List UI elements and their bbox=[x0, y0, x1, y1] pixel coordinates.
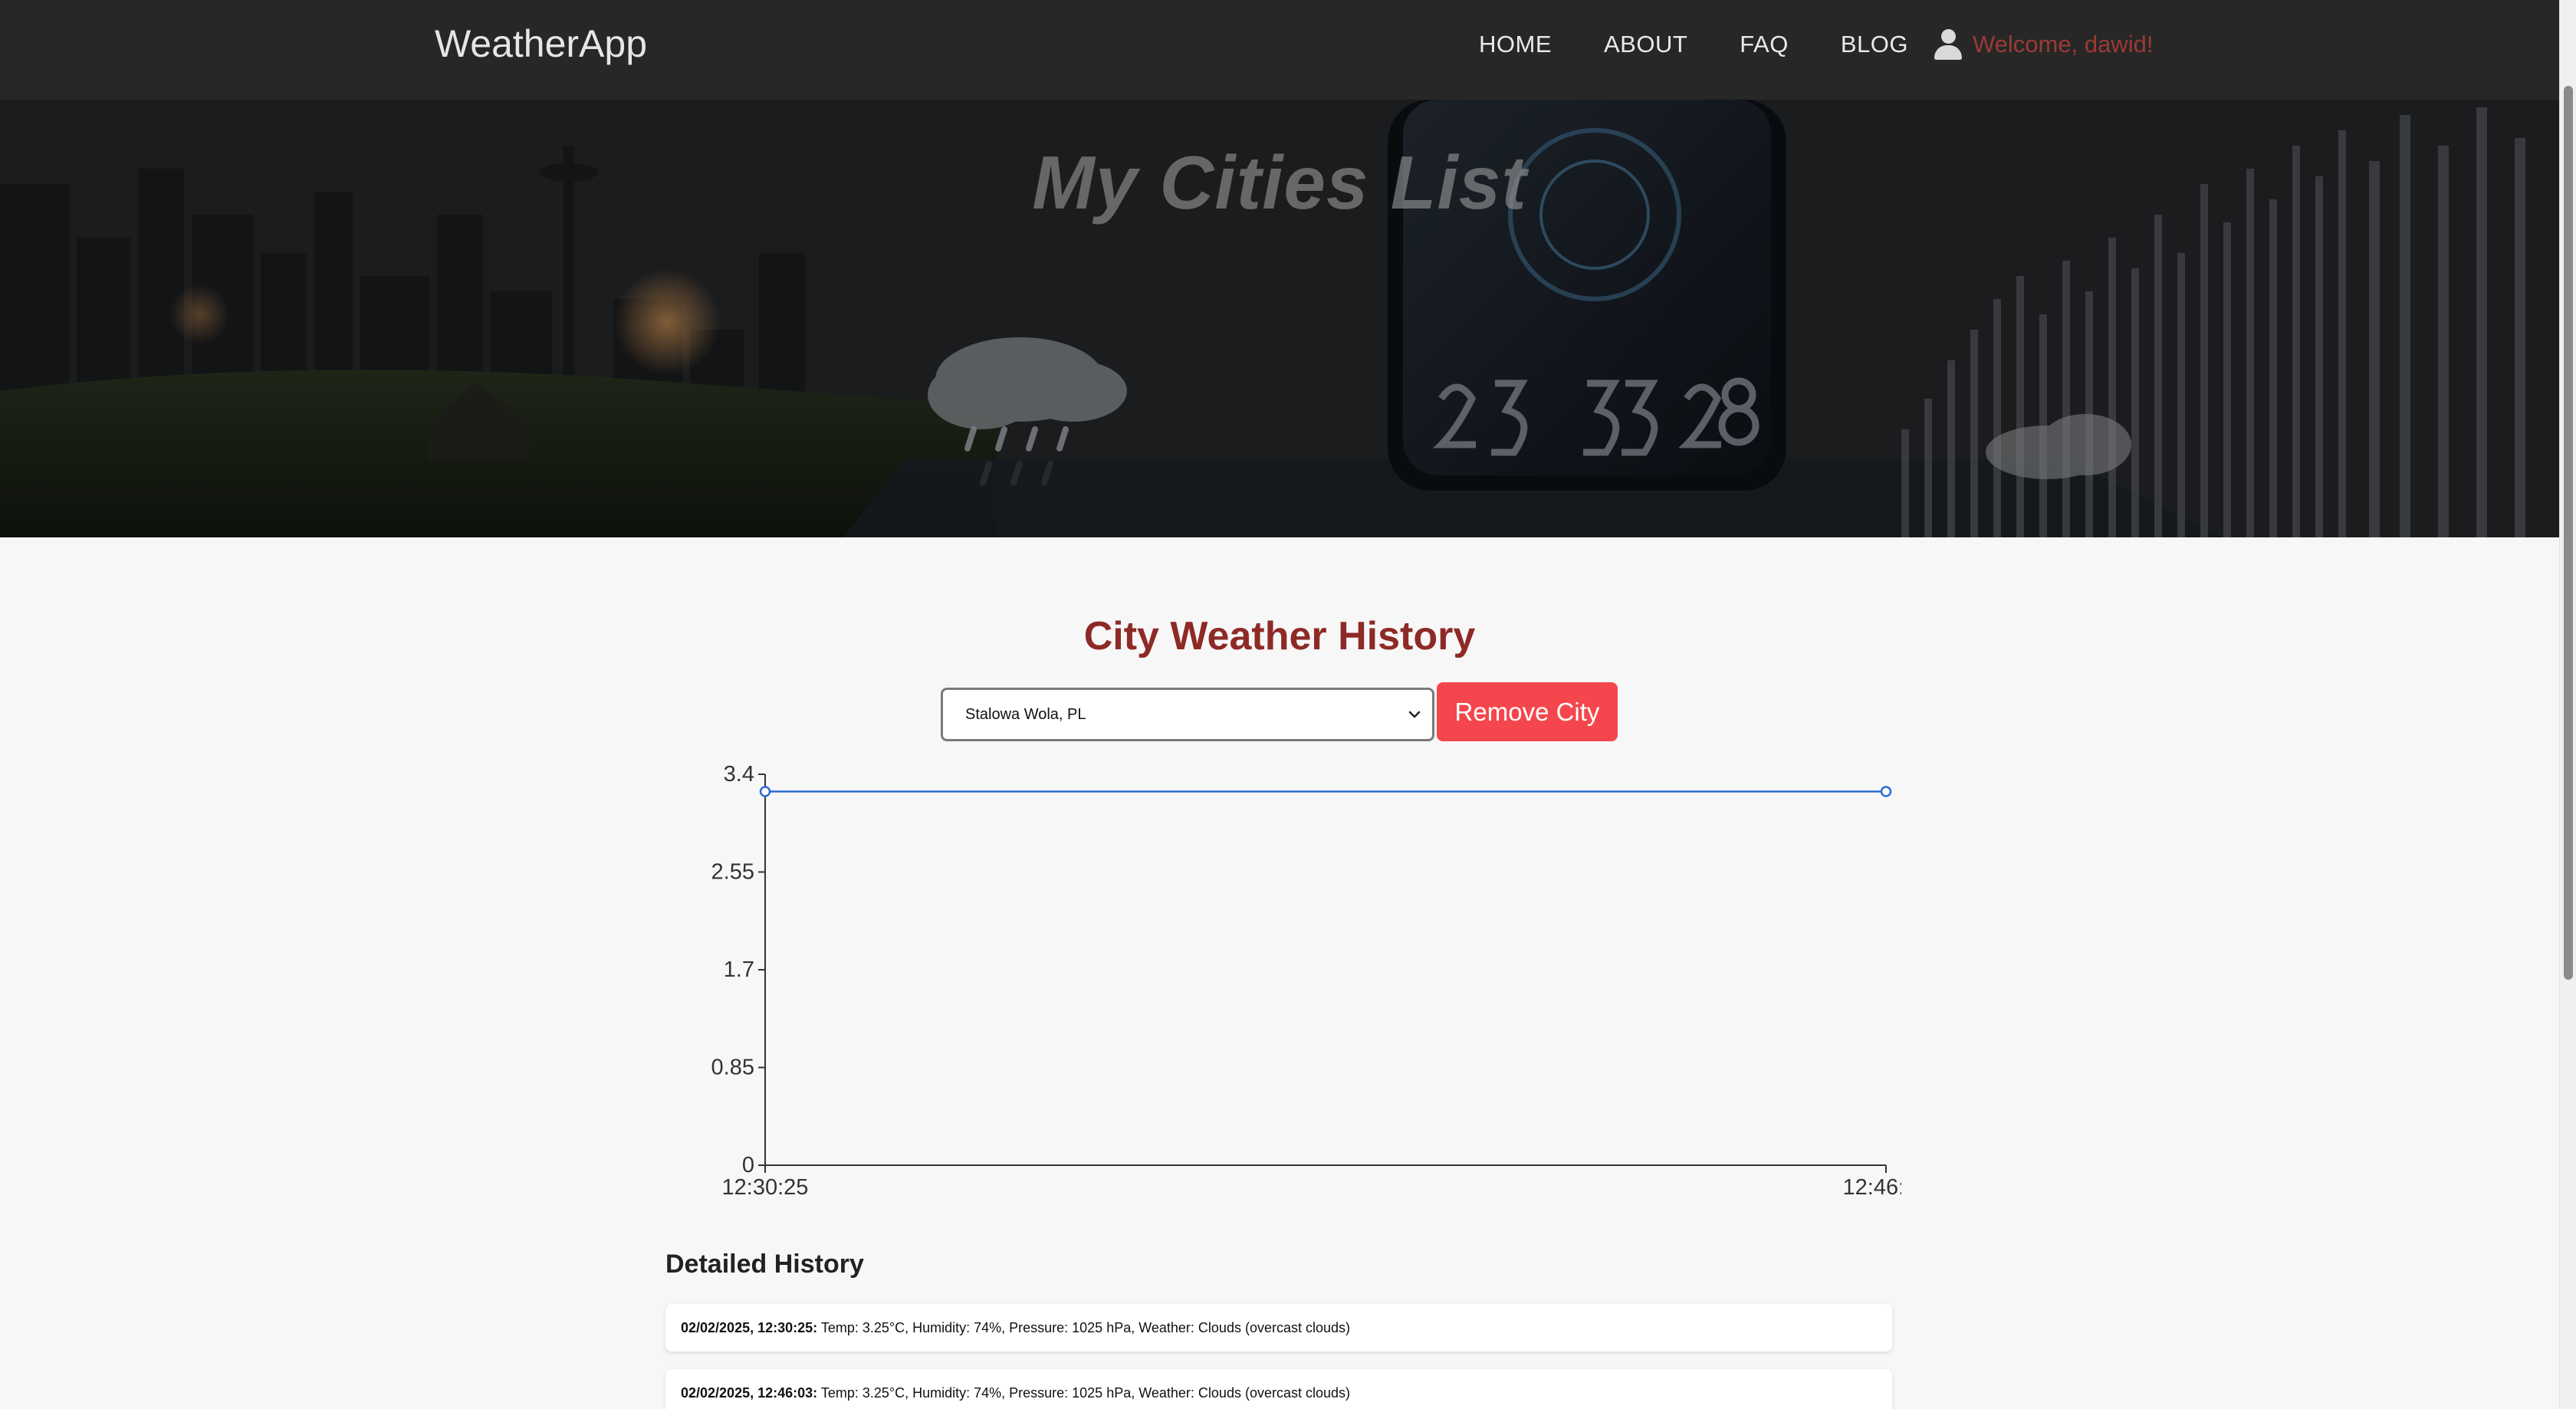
history-row: 02/02/2025, 12:46:03: Temp: 3.25°C, Humi… bbox=[665, 1369, 1892, 1409]
navbar: WeatherApp HOME ABOUT FAQ BLOG Welcome, … bbox=[0, 0, 2559, 100]
chevron-down-icon bbox=[1408, 711, 1421, 718]
nav-faq[interactable]: FAQ bbox=[1740, 31, 1789, 58]
data-point bbox=[1880, 786, 1892, 797]
brand-logo[interactable]: WeatherApp bbox=[435, 21, 647, 66]
remove-city-button[interactable]: Remove City bbox=[1437, 682, 1618, 741]
hero-banner: My Cities List bbox=[0, 100, 2559, 537]
history-row: 02/02/2025, 12:30:25: Temp: 3.25°C, Humi… bbox=[665, 1304, 1892, 1352]
scrollbar-thumb[interactable] bbox=[2564, 86, 2573, 980]
history-row-text: Temp: 3.25°C, Humidity: 74%, Pressure: 1… bbox=[820, 1385, 1351, 1401]
weather-history-title: City Weather History bbox=[1083, 614, 1476, 659]
page: WeatherApp HOME ABOUT FAQ BLOG Welcome, … bbox=[0, 0, 2559, 1409]
welcome-user[interactable]: Welcome, dawid! bbox=[1973, 31, 2153, 58]
y-tick-label: 2.55 bbox=[711, 860, 754, 885]
nav-about[interactable]: ABOUT bbox=[1604, 31, 1687, 58]
y-tick-label: 1.7 bbox=[724, 957, 754, 982]
data-point bbox=[759, 786, 771, 797]
nav-links: HOME ABOUT FAQ BLOG Welcome, dawid! bbox=[1479, 29, 2153, 60]
history-row-timestamp: 02/02/2025, 12:46:03: bbox=[681, 1385, 818, 1401]
page-scrollbar[interactable] bbox=[2559, 0, 2576, 1409]
history-row-text: Temp: 3.25°C, Humidity: 74%, Pressure: 1… bbox=[820, 1320, 1351, 1335]
x-tick-label: 12:30:25 bbox=[722, 1175, 809, 1200]
city-select[interactable]: Stalowa Wola, PL bbox=[941, 688, 1434, 741]
history-row-timestamp: 02/02/2025, 12:30:25: bbox=[681, 1320, 818, 1335]
detailed-history-title: Detailed History bbox=[665, 1250, 864, 1279]
nav-home[interactable]: HOME bbox=[1479, 31, 1552, 58]
y-tick-label: 3.4 bbox=[724, 762, 754, 787]
weather-line-chart: 3.4 2.55 1.7 0.85 012:30:25 12:46:03 bbox=[711, 762, 1930, 1200]
hero-title: My Cities List bbox=[1032, 140, 1527, 225]
nav-blog[interactable]: BLOG bbox=[1841, 31, 1908, 58]
user-icon[interactable] bbox=[1934, 29, 1962, 60]
x-tick-label: 12:46:03 bbox=[1843, 1175, 1901, 1200]
weather-chart: 3.4 2.55 1.7 0.85 012:30:25 12:46:03 bbox=[690, 759, 1930, 1204]
y-tick-label: 0 bbox=[742, 1153, 754, 1177]
y-tick-label: 0.85 bbox=[711, 1056, 754, 1080]
city-select-value: Stalowa Wola, PL bbox=[965, 706, 1086, 723]
